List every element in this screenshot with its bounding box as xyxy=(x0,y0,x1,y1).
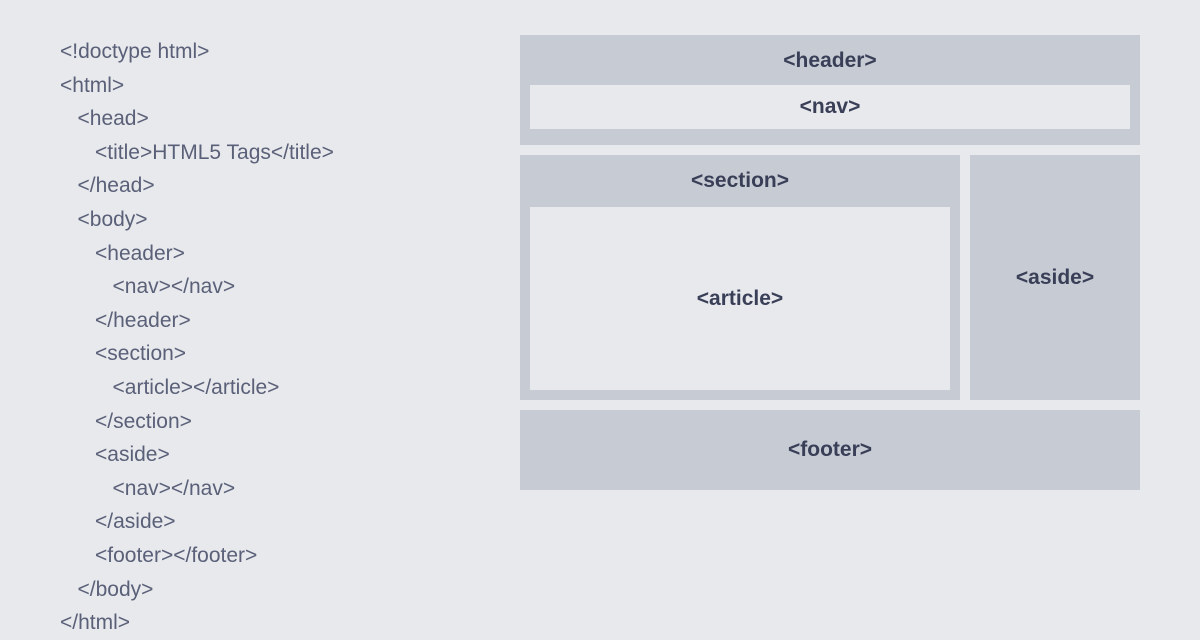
article-region: <article> xyxy=(530,207,950,390)
code-line: <article></article> xyxy=(60,371,490,405)
code-line: <nav></nav> xyxy=(60,270,490,304)
code-line: <html> xyxy=(60,69,490,103)
section-label: <section> xyxy=(691,169,789,193)
header-region: <header> <nav> xyxy=(520,35,1140,145)
aside-label: <aside> xyxy=(1016,266,1094,290)
code-line: <footer></footer> xyxy=(60,539,490,573)
footer-region: <footer> xyxy=(520,410,1140,490)
nav-region: <nav> xyxy=(530,85,1130,129)
code-line: </aside> xyxy=(60,505,490,539)
header-label: <header> xyxy=(783,49,876,73)
code-line: </html> xyxy=(60,606,490,640)
code-line: <title>HTML5 Tags</title> xyxy=(60,136,490,170)
aside-region: <aside> xyxy=(970,155,1140,400)
code-line: <head> xyxy=(60,102,490,136)
code-line: <header> xyxy=(60,237,490,271)
nav-label: <nav> xyxy=(800,95,861,119)
code-line: <!doctype html> xyxy=(60,35,490,69)
code-line: <section> xyxy=(60,337,490,371)
code-panel: <!doctype html><html> <head> <title>HTML… xyxy=(60,30,490,598)
code-line: <body> xyxy=(60,203,490,237)
footer-label: <footer> xyxy=(788,438,872,462)
code-line: <nav></nav> xyxy=(60,472,490,506)
layout-diagram: <header> <nav> <section> <article> <asid… xyxy=(490,30,1140,598)
code-line: </head> xyxy=(60,169,490,203)
code-line: </header> xyxy=(60,304,490,338)
section-region: <section> <article> xyxy=(520,155,960,400)
code-line: <aside> xyxy=(60,438,490,472)
article-label: <article> xyxy=(697,287,783,311)
code-listing: <!doctype html><html> <head> <title>HTML… xyxy=(60,35,490,640)
code-line: </body> xyxy=(60,573,490,607)
code-line: </section> xyxy=(60,405,490,439)
middle-row: <section> <article> <aside> xyxy=(520,155,1140,400)
